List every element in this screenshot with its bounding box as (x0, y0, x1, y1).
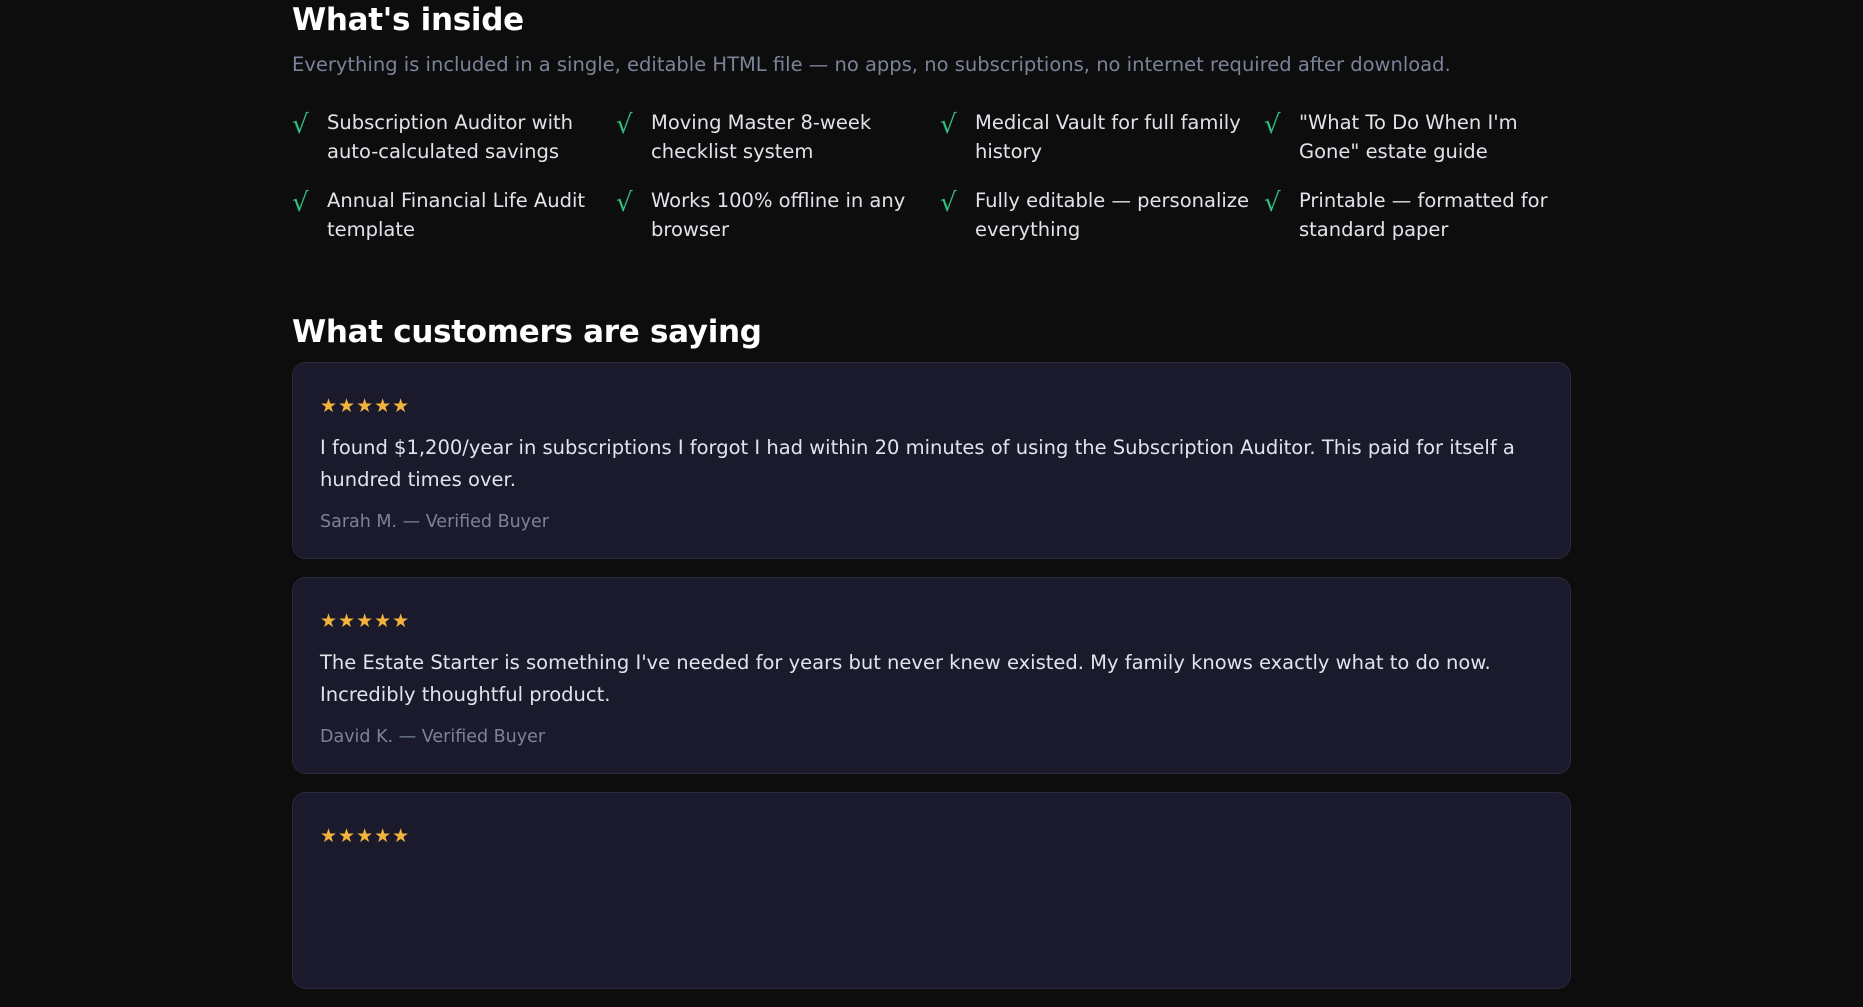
feature-item: √ Annual Financial Life Audit template (292, 186, 616, 244)
whats-inside-heading: What's inside (292, 2, 524, 38)
feature-item: √ Printable — formatted for standard pap… (1264, 186, 1588, 244)
feature-text: Annual Financial Life Audit template (327, 189, 586, 241)
review-quote: The Estate Starter is something I've nee… (320, 651, 1491, 706)
feature-text: Moving Master 8-week checklist system (651, 111, 872, 163)
review-author: David K. — Verified Buyer (320, 727, 546, 747)
check-icon: √ (616, 188, 633, 218)
check-icon: √ (940, 110, 957, 140)
reviews-list: ★★★★★ I found $1,200/year in subscriptio… (292, 362, 1571, 989)
feature-item: √ Moving Master 8-week checklist system (616, 108, 940, 166)
features-grid: √ Subscription Auditor with auto-calcula… (292, 108, 1571, 244)
feature-item: √ Medical Vault for full family history (940, 108, 1264, 166)
review-card: ★★★★★ I found $1,200/year in subscriptio… (292, 362, 1571, 559)
feature-text: "What To Do When I'm Gone" estate guide (1299, 111, 1518, 163)
review-card: ★★★★★ The Estate Starter is something I'… (292, 577, 1571, 774)
review-author: Sarah M. — Verified Buyer (320, 512, 550, 532)
feature-text: Subscription Auditor with auto-calculate… (327, 111, 574, 163)
feature-item: √ Fully editable — personalize everythin… (940, 186, 1264, 244)
reviews-heading: What customers are saying (292, 314, 762, 350)
star-rating: ★★★★★ (320, 825, 411, 847)
check-icon: √ (292, 110, 309, 140)
check-icon: √ (292, 188, 309, 218)
review-quote: I found $1,200/year in subscriptions I f… (320, 436, 1515, 491)
feature-text: Works 100% offline in any browser (651, 189, 906, 241)
star-rating: ★★★★★ (320, 395, 411, 417)
check-icon: √ (616, 110, 633, 140)
check-icon: √ (1264, 110, 1281, 140)
feature-item: √ "What To Do When I'm Gone" estate guid… (1264, 108, 1588, 166)
whats-inside-subtitle: Everything is included in a single, edit… (292, 53, 1451, 76)
feature-text: Fully editable — personalize everything (975, 189, 1250, 241)
feature-item: √ Subscription Auditor with auto-calcula… (292, 108, 616, 166)
check-icon: √ (1264, 188, 1281, 218)
star-rating: ★★★★★ (320, 610, 411, 632)
feature-item: √ Works 100% offline in any browser (616, 186, 940, 244)
check-icon: √ (940, 188, 957, 218)
feature-text: Medical Vault for full family history (975, 111, 1241, 163)
feature-text: Printable — formatted for standard paper (1299, 189, 1548, 241)
page-container: What's inside Everything is included in … (292, 0, 1571, 1007)
review-card: ★★★★★ (292, 792, 1571, 989)
